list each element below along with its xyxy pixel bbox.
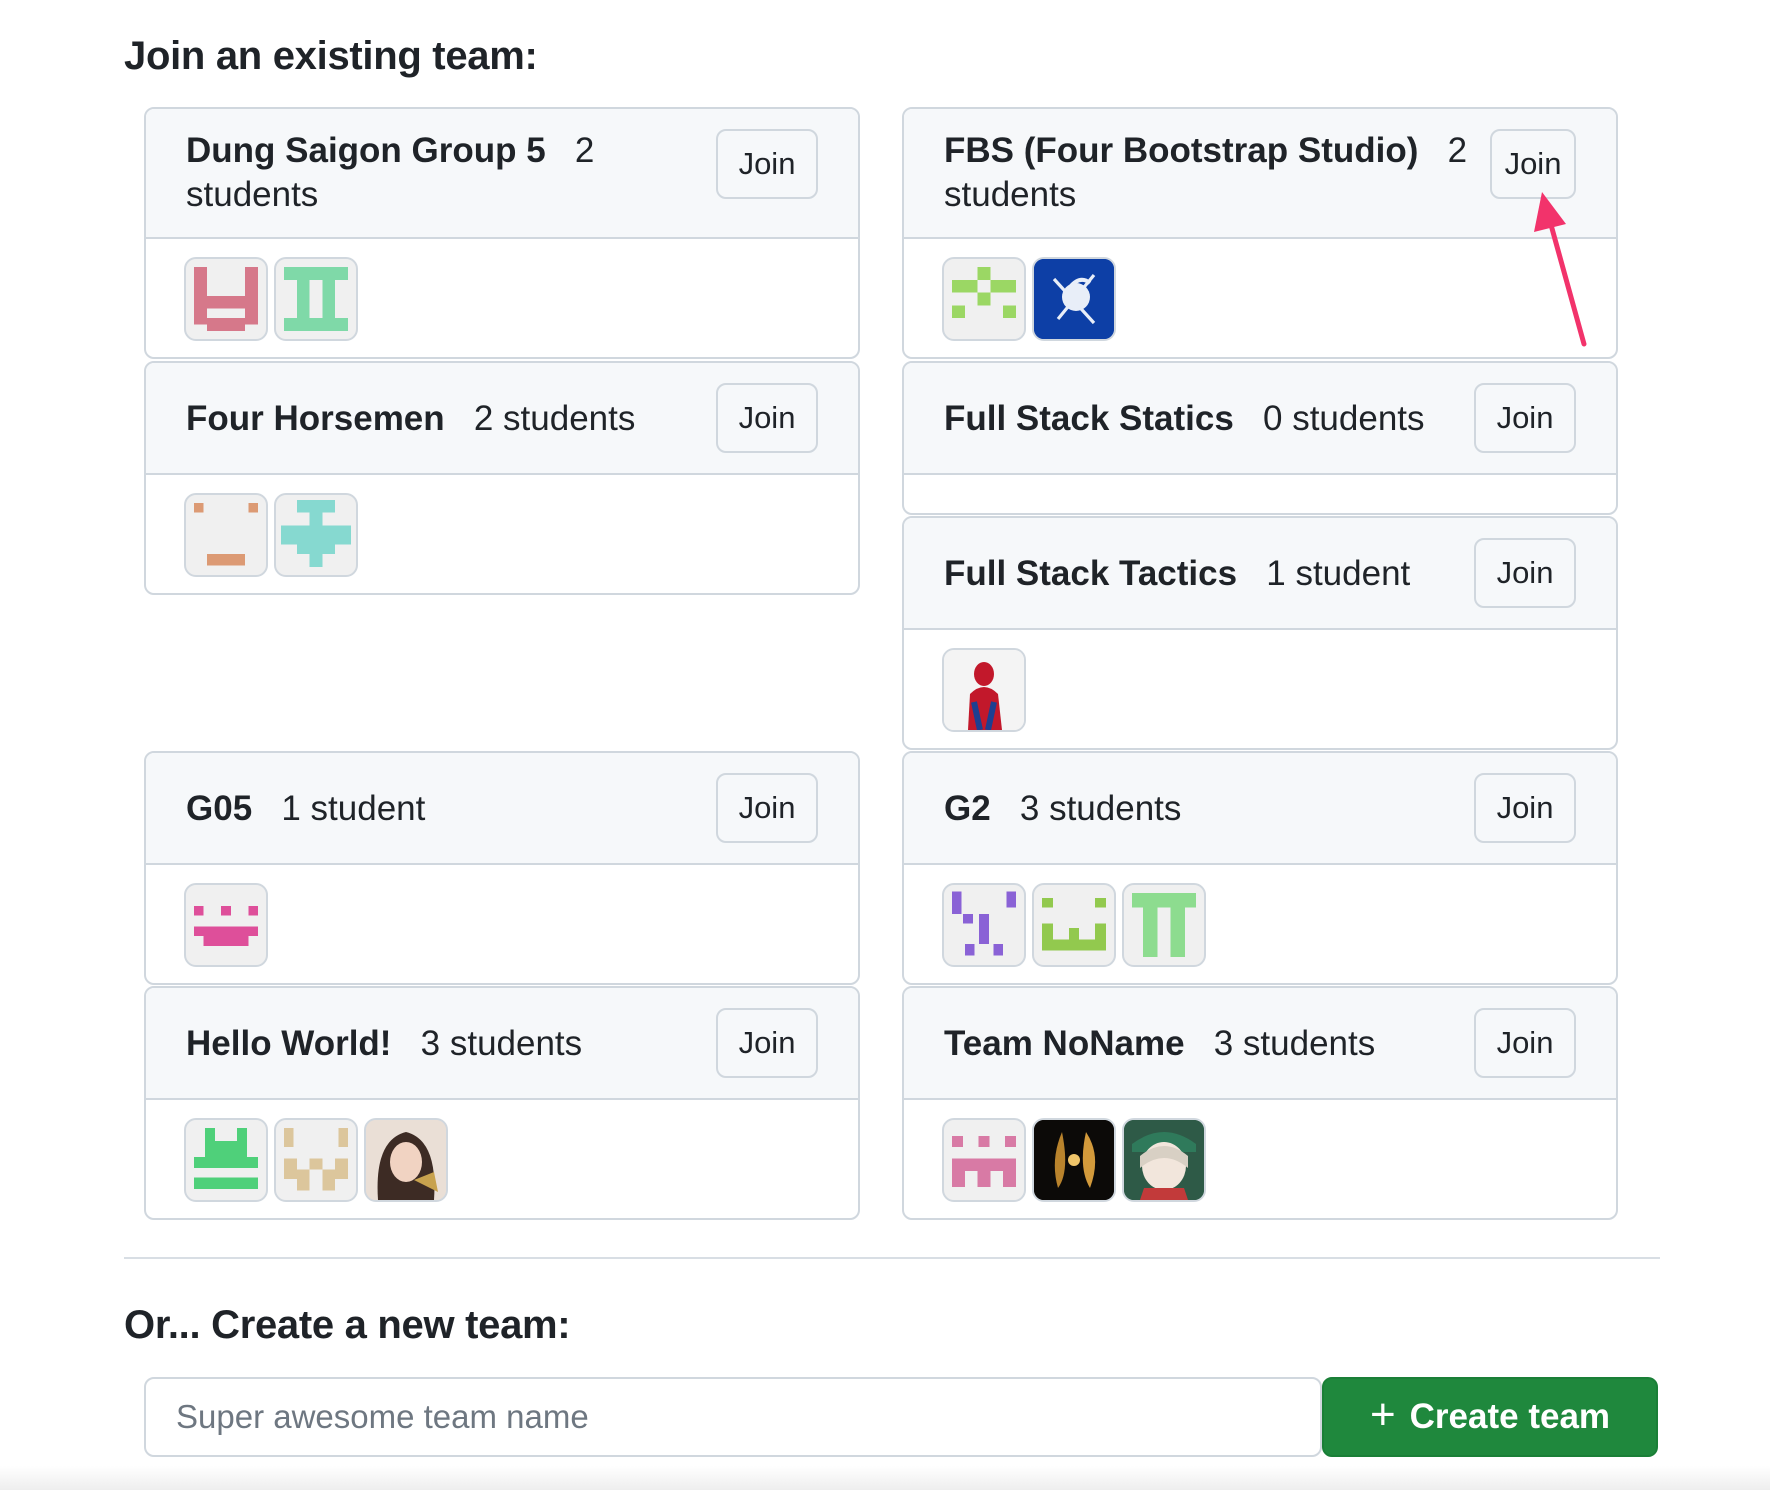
team-title: G2 3 students [944, 787, 1181, 831]
team-card-team-noname: Team NoName 3 students Join [902, 986, 1618, 1220]
team-title: Four Horsemen 2 students [186, 397, 635, 441]
identicon-green-avatar[interactable] [1122, 883, 1206, 967]
join-button[interactable]: Join [716, 1008, 818, 1078]
join-button[interactable]: Join [716, 129, 818, 199]
annotation-arrow-icon [1534, 192, 1587, 347]
spartan-photo-avatar[interactable] [1032, 257, 1116, 341]
team-name: Four Horsemen [186, 399, 445, 438]
identicon-mint-avatar[interactable] [274, 257, 358, 341]
team-title: Dung Saigon Group 5 2 students [186, 129, 626, 217]
team-card-header: G2 3 students Join [904, 753, 1616, 865]
team-card-header: Full Stack Statics 0 students Join [904, 363, 1616, 475]
team-members [904, 475, 1616, 513]
join-button[interactable]: Join [1474, 538, 1576, 608]
team-card-fbs: FBS (Four Bootstrap Studio) 2 students J… [902, 107, 1618, 359]
identicon-rose-avatar[interactable] [942, 1118, 1026, 1202]
team-title: G05 1 student [186, 787, 425, 831]
join-button[interactable]: Join [716, 773, 818, 843]
team-card-hello-world: Hello World! 3 students Join [144, 986, 860, 1220]
team-title: Team NoName 3 students [944, 1022, 1375, 1066]
team-member-count: 3 students [1213, 1024, 1376, 1063]
team-members [904, 239, 1616, 357]
team-members [146, 1100, 858, 1218]
identicon-lime-avatar[interactable] [942, 257, 1026, 341]
join-button[interactable]: Join [1474, 1008, 1576, 1078]
team-members [904, 865, 1616, 983]
team-member-count: 3 students [1019, 789, 1182, 828]
team-members [146, 865, 858, 983]
team-name-input[interactable] [144, 1377, 1322, 1457]
team-card-header: Hello World! 3 students Join [146, 988, 858, 1100]
team-name: G2 [944, 789, 991, 828]
bottom-shadow [0, 1466, 1770, 1490]
team-card-header: Team NoName 3 students Join [904, 988, 1616, 1100]
team-name: Team NoName [944, 1024, 1185, 1063]
identicon-pink-avatar[interactable] [184, 883, 268, 967]
team-members [904, 1100, 1616, 1218]
team-card-g2: G2 3 students Join [902, 751, 1618, 985]
identicon-red-avatar[interactable] [184, 257, 268, 341]
anime-photo-avatar[interactable] [1122, 1118, 1206, 1202]
team-name: G05 [186, 789, 253, 828]
spiderman-photo-avatar[interactable] [942, 648, 1026, 732]
team-card-g05: G05 1 student Join [144, 751, 860, 985]
join-button[interactable]: Join [1474, 383, 1576, 453]
team-member-count: 3 students [420, 1024, 583, 1063]
person-photo-avatar[interactable] [364, 1118, 448, 1202]
identicon-yellowgreen-avatar[interactable] [1032, 883, 1116, 967]
team-card-header: Full Stack Tactics 1 student Join [904, 518, 1616, 630]
team-member-count-label: students [186, 175, 319, 214]
team-card-header: Dung Saigon Group 5 2 students Join [146, 109, 858, 239]
team-card-full-stack-tactics: Full Stack Tactics 1 student Join [902, 516, 1618, 750]
create-team-button[interactable]: + Create team [1322, 1377, 1658, 1457]
join-existing-team-heading: Join an existing team: [124, 34, 538, 78]
team-card-header: FBS (Four Bootstrap Studio) 2 students J… [904, 109, 1616, 239]
team-member-count: 1 student [281, 789, 426, 828]
team-members [146, 239, 858, 357]
team-title: Full Stack Tactics 1 student [944, 552, 1410, 596]
create-team-label: Create team [1409, 1397, 1611, 1436]
identicon-orange-avatar[interactable] [184, 493, 268, 577]
team-name: Full Stack Tactics [944, 554, 1238, 593]
identicon-teal-avatar[interactable] [274, 493, 358, 577]
team-name: Full Stack Statics [944, 399, 1234, 438]
team-name: Dung Saigon Group 5 [186, 131, 546, 170]
team-card-header: G05 1 student Join [146, 753, 858, 865]
team-title: Full Stack Statics 0 students [944, 397, 1425, 441]
team-title: FBS (Four Bootstrap Studio) 2 students [944, 129, 1504, 217]
team-member-count: 1 student [1266, 554, 1411, 593]
create-new-team-heading: Or... Create a new team: [124, 1303, 571, 1347]
team-member-count: 2 [574, 131, 595, 170]
identicon-beige-avatar[interactable] [274, 1118, 358, 1202]
identicon-green-bright-avatar[interactable] [184, 1118, 268, 1202]
team-member-count: 2 [1447, 131, 1468, 170]
dark-gold-photo-avatar[interactable] [1032, 1118, 1116, 1202]
team-name: Hello World! [186, 1024, 392, 1063]
join-button[interactable]: Join [716, 383, 818, 453]
team-members [904, 630, 1616, 748]
team-members [146, 475, 858, 593]
team-member-count: 0 students [1263, 399, 1425, 438]
team-member-count: 2 students [473, 399, 636, 438]
team-card-full-stack-statics: Full Stack Statics 0 students Join [902, 361, 1618, 515]
team-name: FBS (Four Bootstrap Studio) [944, 131, 1419, 170]
section-divider [124, 1257, 1660, 1259]
join-button[interactable]: Join [1474, 773, 1576, 843]
plus-icon: + [1369, 1390, 1396, 1439]
team-card-four-horsemen: Four Horsemen 2 students Join [144, 361, 860, 595]
team-member-count-label: students [944, 175, 1077, 214]
team-title: Hello World! 3 students [186, 1022, 582, 1066]
team-card-header: Four Horsemen 2 students Join [146, 363, 858, 475]
team-card-dung-saigon-group-5: Dung Saigon Group 5 2 students Join [144, 107, 860, 359]
identicon-purple-avatar[interactable] [942, 883, 1026, 967]
